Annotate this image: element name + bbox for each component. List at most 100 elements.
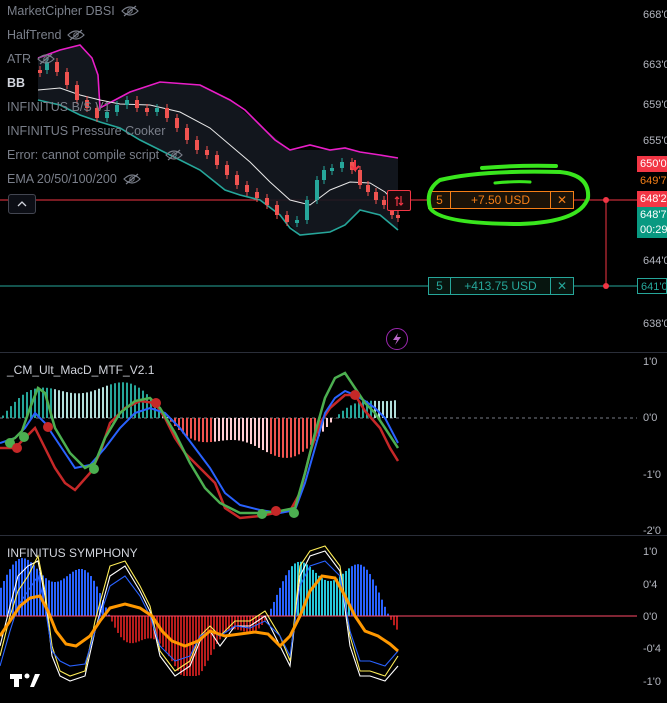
macd-tick: -1'0 xyxy=(643,469,661,481)
candle-body xyxy=(195,140,199,150)
macd-histogram-bar xyxy=(2,415,4,418)
symphony-tick: 0'0 xyxy=(643,611,658,623)
candle-body xyxy=(275,205,279,215)
symphony-column xyxy=(348,568,350,616)
macd-histogram-bar xyxy=(298,418,300,455)
symphony-title[interactable]: INFINITUS SYMPHONY xyxy=(7,546,138,560)
symphony-pane[interactable]: INFINITUS SYMPHONY xyxy=(0,536,637,703)
symphony-column xyxy=(372,579,374,616)
symphony-column xyxy=(201,616,203,672)
macd-histogram-bar xyxy=(86,392,88,418)
macd-histogram-bar xyxy=(22,394,24,418)
legend-item[interactable]: Error: cannot compile script xyxy=(7,148,183,162)
eye-off-icon[interactable] xyxy=(37,53,55,65)
eye-off-icon[interactable] xyxy=(67,29,86,41)
order-box-active[interactable]: 5 +7.50 USD ✕ xyxy=(428,191,574,209)
symphony-column xyxy=(138,616,140,642)
macd-histogram-bar xyxy=(54,389,56,418)
order-qty[interactable]: 5 xyxy=(429,278,451,294)
symphony-column xyxy=(330,580,332,616)
symphony-chart[interactable] xyxy=(0,536,637,703)
candle-body xyxy=(305,200,309,220)
price-tick: 644'0 xyxy=(643,255,667,267)
macd-tick: 1'0 xyxy=(643,356,658,368)
macd-histogram-bar xyxy=(238,418,240,441)
eye-off-icon[interactable] xyxy=(120,5,139,17)
order-pnl[interactable]: +7.50 USD xyxy=(451,192,551,208)
price-pane[interactable]: MarketCipher DBSI HalfTrend ATR BB INFIN… xyxy=(0,0,637,352)
symphony-column xyxy=(141,616,143,641)
symphony-column xyxy=(396,616,398,630)
order-close-button[interactable]: ✕ xyxy=(551,278,573,294)
macd-axis[interactable] xyxy=(637,353,667,535)
macd-histogram-bar xyxy=(18,398,20,418)
candle-body xyxy=(125,100,129,105)
symphony-column xyxy=(255,616,257,631)
symphony-column xyxy=(81,568,83,616)
reverse-position-button[interactable] xyxy=(387,190,411,211)
legend-item[interactable]: MarketCipher DBSI xyxy=(7,4,139,18)
symphony-column xyxy=(375,585,377,616)
symphony-column xyxy=(360,564,362,616)
macd-histogram-bar xyxy=(114,383,116,418)
symphony-tick: -1'0 xyxy=(643,676,661,688)
order-close-button[interactable]: ✕ xyxy=(551,192,573,208)
macd-histogram-bar xyxy=(226,418,228,441)
symphony-column xyxy=(132,616,134,644)
order-box-second[interactable]: 5 +413.75 USD ✕ xyxy=(428,277,574,295)
legend-item[interactable]: ATR xyxy=(7,52,55,66)
symphony-column xyxy=(39,572,41,616)
symphony-column xyxy=(57,581,59,616)
legend-item[interactable]: EMA 20/50/100/200 xyxy=(7,172,141,186)
order-qty[interactable]: 5 xyxy=(429,192,451,208)
reverse-position-icon xyxy=(394,195,404,206)
macd-histogram-bar xyxy=(338,414,340,418)
symphony-column xyxy=(60,580,62,616)
macd-pane[interactable]: _CM_Ult_MacD_MTF_V2.1 xyxy=(0,353,637,535)
candle-body xyxy=(185,128,189,140)
legend-item[interactable]: HalfTrend xyxy=(7,28,86,42)
macd-histogram-bar xyxy=(254,418,256,446)
collapse-legend-button[interactable] xyxy=(8,194,36,214)
candle-body xyxy=(235,175,239,185)
macd-histogram-bar xyxy=(302,418,304,452)
legend-item[interactable]: INFINITUS Pressure Cooker xyxy=(7,124,165,138)
macd-histogram-bar xyxy=(126,382,128,418)
macd-histogram-bar xyxy=(330,418,332,423)
symphony-column xyxy=(24,558,26,616)
symphony-column xyxy=(243,616,245,632)
macd-histogram-bar xyxy=(70,392,72,418)
macd-histogram-bar xyxy=(58,390,60,418)
symphony-column xyxy=(3,581,5,616)
macd-histogram-bar xyxy=(250,418,252,445)
legend-item[interactable]: INFINITUS B/S V1 xyxy=(7,100,111,114)
order-pnl[interactable]: +413.75 USD xyxy=(451,278,551,294)
symphony-column xyxy=(33,565,35,616)
candle-body xyxy=(155,108,159,112)
price-tag-ema: 649'75 xyxy=(637,173,667,189)
macd-chart[interactable] xyxy=(0,353,637,535)
macd-histogram-bar xyxy=(66,392,68,418)
eye-off-icon[interactable] xyxy=(165,149,183,161)
eye-off-icon[interactable] xyxy=(122,173,141,185)
macd-histogram-bar xyxy=(310,418,312,445)
symphony-orange-line xyxy=(0,574,399,653)
macd-title[interactable]: _CM_Ult_MacD_MTF_V2.1 xyxy=(7,363,154,377)
symphony-column xyxy=(258,616,260,629)
symphony-tick: 1'0 xyxy=(643,546,658,558)
order-handle-top xyxy=(603,197,609,203)
macd-histogram-bar xyxy=(266,418,268,453)
symphony-column xyxy=(390,616,392,620)
symphony-column xyxy=(354,564,356,616)
symphony-columns xyxy=(0,558,398,676)
symphony-column xyxy=(114,616,116,628)
alert-button[interactable] xyxy=(386,328,408,350)
price-tag-last: 648'75 xyxy=(637,207,667,223)
legend-item[interactable]: BB xyxy=(7,76,25,90)
macd-histogram-bar xyxy=(246,418,248,443)
candle-body xyxy=(245,185,249,192)
macd-histogram-bar xyxy=(286,418,288,458)
symphony-column xyxy=(381,599,383,616)
symphony-column xyxy=(192,616,194,676)
cross-dot xyxy=(271,506,281,516)
